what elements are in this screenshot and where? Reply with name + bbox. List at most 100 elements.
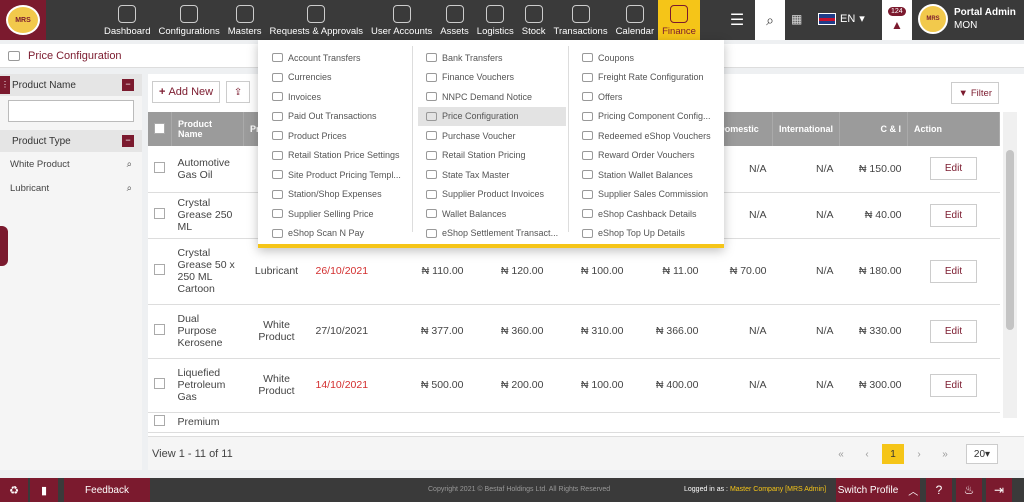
menu-item-label: eShop Top Up Details <box>598 228 685 239</box>
collapse-icon[interactable]: − <box>122 79 134 91</box>
menu-item-reward-order-vouchers[interactable]: Reward Order Vouchers <box>574 146 722 166</box>
menu-item-icon <box>582 228 593 238</box>
menu-item-station-wallet-balances[interactable]: Station Wallet Balances <box>574 165 722 185</box>
menu-item-label: Wallet Balances <box>442 208 507 219</box>
row-checkbox[interactable] <box>154 378 165 389</box>
menu-item-state-tax-master[interactable]: State Tax Master <box>418 165 566 185</box>
menu-item-icon <box>272 111 283 121</box>
row-checkbox[interactable] <box>154 324 165 335</box>
hamburger-menu-icon[interactable]: ☰ <box>728 10 746 30</box>
copyright-text: Copyright 2021 © Bestaf Holdings Ltd. Al… <box>428 486 611 493</box>
flame-icon[interactable]: ♨ <box>956 478 982 502</box>
menu-item-retail-station-price-settings[interactable]: Retail Station Price Settings <box>264 146 412 166</box>
row-checkbox[interactable] <box>154 264 165 275</box>
menu-item-icon <box>426 53 437 63</box>
filter-button[interactable]: ▼ Filter <box>951 82 999 104</box>
feedback-button[interactable]: Feedback <box>64 478 150 502</box>
menu-item-purchase-voucher[interactable]: Purchase Voucher <box>418 126 566 146</box>
search-icon[interactable]: ⌕ <box>755 0 785 40</box>
domestic-cell: N/A <box>704 358 773 413</box>
price-cell: ₦ 400.00 <box>629 358 705 413</box>
menu-item-wallet-balances[interactable]: Wallet Balances <box>418 204 566 224</box>
menu-item-freight-rate-configuration[interactable]: Freight Rate Configuration <box>574 68 722 88</box>
page-size-select[interactable]: 20 ▾ <box>966 444 998 464</box>
sidebar-toggle-icon[interactable]: ⋮ <box>0 76 10 94</box>
edit-button[interactable]: Edit <box>929 203 978 227</box>
recycle-icon[interactable]: ♻ <box>0 478 30 502</box>
select-all-checkbox[interactable] <box>154 122 165 134</box>
nav-item-finance[interactable]: Finance <box>658 0 700 40</box>
menu-item-product-prices[interactable]: Product Prices <box>264 126 412 146</box>
menu-item-nnpc-demand-notice[interactable]: NNPC Demand Notice <box>418 87 566 107</box>
filter-sidebar: Product Name − Product Type − White Produc… <box>0 74 142 470</box>
menu-item-icon <box>272 150 283 160</box>
nav-item-dashboard[interactable]: Dashboard <box>100 0 154 40</box>
menu-item-account-transfers[interactable]: Account Transfers <box>264 48 412 68</box>
nav-item-configurations[interactable]: Configurations <box>154 0 223 40</box>
notification-bell-icon[interactable]: 124 ▲ <box>882 0 912 40</box>
filter-product-name-header[interactable]: Product Name − <box>0 74 142 96</box>
row-checkbox[interactable] <box>154 415 165 426</box>
menu-item-site-product-pricing-templ[interactable]: Site Product Pricing Templ... <box>264 165 412 185</box>
export-icon[interactable]: ⇪ <box>226 81 251 103</box>
nav-item-calendar[interactable]: Calendar <box>612 0 659 40</box>
menu-item-station-shop-expenses[interactable]: Station/Shop Expenses <box>264 185 412 205</box>
current-page-button[interactable]: 1 <box>882 444 904 464</box>
menu-item-paid-out-transactions[interactable]: Paid Out Transactions <box>264 107 412 127</box>
menu-item-invoices[interactable]: Invoices <box>264 87 412 107</box>
edit-button[interactable]: Edit <box>929 319 978 343</box>
menu-item-pricing-component-config[interactable]: Pricing Component Config... <box>574 107 722 127</box>
nav-item-requests-approvals[interactable]: Requests & Approvals <box>266 0 367 40</box>
nav-item-stock[interactable]: Stock <box>518 0 550 40</box>
menu-item-supplier-selling-price[interactable]: Supplier Selling Price <box>264 204 412 224</box>
bookmark-icon[interactable]: ▮ <box>30 478 60 502</box>
row-checkbox[interactable] <box>154 208 165 219</box>
menu-item-label: Purchase Voucher <box>442 130 516 141</box>
first-page-button[interactable]: « <box>830 444 852 464</box>
company-logo[interactable]: MRS <box>0 0 46 40</box>
side-panel-tab[interactable] <box>0 226 8 266</box>
menu-item-coupons[interactable]: Coupons <box>574 48 722 68</box>
menu-item-eshop-scan-n-pay[interactable]: eShop Scan N Pay <box>264 224 412 244</box>
edit-button[interactable]: Edit <box>929 259 978 283</box>
nav-item-masters[interactable]: Masters <box>224 0 266 40</box>
menu-item-offers[interactable]: Offers <box>574 87 722 107</box>
menu-item-supplier-product-invoices[interactable]: Supplier Product Invoices <box>418 185 566 205</box>
menu-item-eshop-settlement-transact[interactable]: eShop Settlement Transact... <box>418 224 566 244</box>
prev-page-button[interactable]: ‹ <box>856 444 878 464</box>
help-icon[interactable]: ? <box>926 478 952 502</box>
menu-item-bank-transfers[interactable]: Bank Transfers <box>418 48 566 68</box>
nav-item-user-accounts[interactable]: User Accounts <box>367 0 436 40</box>
menu-item-retail-station-pricing[interactable]: Retail Station Pricing <box>418 146 566 166</box>
price-cell: ₦ 360.00 <box>469 304 550 359</box>
menu-item-currencies[interactable]: Currencies <box>264 68 412 88</box>
filter-item-lubricant[interactable]: Lubricant ⌕ <box>0 176 142 200</box>
exit-icon[interactable]: ⇥ <box>986 478 1012 502</box>
edit-button[interactable]: Edit <box>929 157 978 181</box>
last-page-button[interactable]: » <box>934 444 956 464</box>
language-selector[interactable]: EN ▾ <box>818 12 865 25</box>
menu-item-eshop-cashback-details[interactable]: eShop Cashback Details <box>574 204 722 224</box>
product-name-input[interactable] <box>8 100 134 122</box>
filter-product-type-header[interactable]: Product Type − <box>0 130 142 152</box>
nav-item-assets[interactable]: Assets <box>436 0 473 40</box>
apps-grid-icon[interactable]: ▦ <box>791 12 802 26</box>
nav-item-logistics[interactable]: Logistics <box>473 0 518 40</box>
price-cell: ₦ 200.00 <box>469 358 550 413</box>
edit-button[interactable]: Edit <box>929 373 978 397</box>
menu-item-price-configuration[interactable]: Price Configuration <box>418 106 566 126</box>
menu-item-icon <box>582 131 593 141</box>
filter-item-white-product[interactable]: White Product ⌕ <box>0 152 142 176</box>
row-checkbox[interactable] <box>154 161 165 173</box>
table-scrollbar[interactable] <box>1003 112 1017 418</box>
menu-item-eshop-top-up-details[interactable]: eShop Top Up Details <box>574 224 722 244</box>
menu-item-finance-vouchers[interactable]: Finance Vouchers <box>418 68 566 88</box>
menu-item-redeemed-eshop-vouchers[interactable]: Redeemed eShop Vouchers <box>574 126 722 146</box>
nav-item-transactions[interactable]: Transactions <box>550 0 612 40</box>
switch-profile-button[interactable]: Switch Profile ︿ <box>836 478 920 502</box>
menu-item-supplier-sales-commission[interactable]: Supplier Sales Commission <box>574 185 722 205</box>
add-new-button[interactable]: + Add New <box>152 81 221 103</box>
collapse-icon[interactable]: − <box>122 135 134 147</box>
user-menu[interactable]: MRS Portal Admin MON <box>918 4 1016 34</box>
next-page-button[interactable]: › <box>908 444 930 464</box>
